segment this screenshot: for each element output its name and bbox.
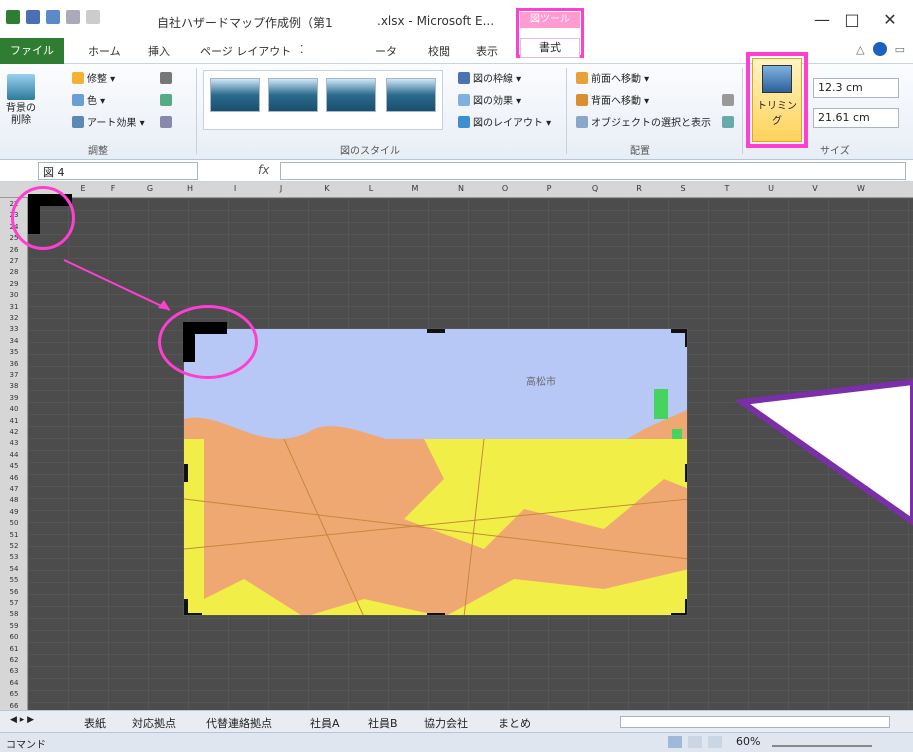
maximize-button[interactable]: □ — [842, 10, 862, 29]
send-backward-label: 背面へ移動 ▾ — [591, 96, 650, 107]
customize-qat-icon[interactable] — [86, 10, 100, 24]
tab-insert[interactable]: 挿入 — [148, 43, 170, 59]
help-icon[interactable] — [872, 42, 887, 56]
fx-icon[interactable]: fx — [258, 163, 269, 177]
status-mode: コマンド — [6, 740, 46, 751]
remove-background-icon — [7, 74, 35, 100]
undo-icon[interactable] — [46, 10, 60, 24]
selection-pane-label: オブジェクトの選択と表示 — [591, 118, 711, 129]
sheet-tab[interactable]: 社員B — [368, 715, 398, 731]
tab-view[interactable]: 表示 — [476, 43, 498, 59]
width-field[interactable]: 21.61 cm — [813, 108, 899, 128]
quick-access-toolbar — [6, 10, 100, 24]
picture-border-icon — [458, 71, 470, 84]
sheet-tab[interactable]: 協力会社 — [424, 715, 468, 731]
style-thumb-4[interactable] — [386, 78, 436, 112]
separator — [196, 68, 197, 154]
picture-border-label: 図の枠線 ▾ — [473, 74, 522, 85]
name-box[interactable]: 図 4 — [38, 162, 198, 180]
picture-effects-icon — [458, 93, 470, 106]
ribbon-minimize-icon[interactable]: △ — [856, 43, 864, 56]
sheet-tabs-bar: ◀ ▸ ▶ 表紙 対応拠点 代替連絡拠点 社員A 社員B 協力会社 まとめ — [0, 710, 913, 732]
sheet-tab[interactable]: 対応拠点 — [132, 715, 176, 731]
ribbon-right-controls: △ ▭ — [856, 42, 905, 56]
worksheet[interactable]: E F G H I J K L M N O P Q R S T U V W 22… — [0, 182, 913, 710]
status-bar: コマンド 60% — [0, 732, 913, 752]
color-button[interactable]: 色 ▾ — [72, 92, 105, 107]
zoom-level: 60% — [736, 735, 761, 748]
close-button[interactable]: ✕ — [880, 10, 900, 29]
title-bar: 自社ハザードマップ作成例（第1 .xlsx - Microsoft E... 図… — [0, 0, 913, 58]
separator — [742, 68, 743, 154]
bring-forward-label: 前面へ移動 ▾ — [591, 74, 650, 85]
bring-forward-button[interactable]: 前面へ移動 ▾ — [576, 70, 649, 85]
selection-pane-icon — [576, 115, 588, 128]
sheet-tab[interactable]: 社員A — [310, 715, 340, 731]
picture-effects-button[interactable]: 図の効果 ▾ — [458, 92, 521, 107]
sheet-tab[interactable]: 代替連絡拠点 — [206, 715, 272, 731]
picture-effects-label: 図の効果 ▾ — [473, 96, 522, 107]
tab-review[interactable]: 校閲 — [428, 43, 450, 59]
art-effects-icon — [72, 115, 84, 128]
arrange-group-label: 配置 — [630, 146, 650, 157]
redo-icon[interactable] — [66, 10, 80, 24]
tab-format[interactable]: 書式 — [520, 38, 580, 58]
sun-icon — [72, 71, 84, 84]
annotation-arrows — [63, 259, 913, 526]
style-thumb-2[interactable] — [268, 78, 318, 112]
separator — [566, 68, 567, 154]
tab-home[interactable]: ホーム — [88, 43, 121, 59]
page-layout-view-icon[interactable] — [688, 736, 702, 748]
minimize-button[interactable]: — — [812, 10, 832, 29]
art-effects-label: アート効果 ▾ — [87, 118, 145, 129]
tab-page-layout[interactable]: ページ レイアウト — [200, 43, 291, 59]
picture-styles-group-label: 図のスタイル — [340, 146, 400, 157]
remove-background-label: 背景の 削除 — [6, 103, 36, 126]
tab-data[interactable]: ータ — [375, 43, 397, 59]
picture-layout-icon — [458, 115, 470, 128]
picture-tools-label: 図ツール — [520, 12, 580, 28]
height-field[interactable]: 12.3 cm — [813, 78, 899, 98]
window-title-part2: .xlsx - Microsoft E... — [377, 14, 495, 28]
selection-pane-button[interactable]: オブジェクトの選択と表示 — [576, 114, 711, 129]
window-title-part1: 自社ハザードマップ作成例（第1 — [157, 16, 333, 30]
adjust-group-label: 調整 — [88, 146, 108, 157]
color-label: 色 ▾ — [87, 96, 106, 107]
zoom-slider[interactable] — [772, 737, 872, 747]
picture-layout-button[interactable]: 図のレイアウト ▾ — [458, 114, 551, 129]
compress-pictures-icon[interactable] — [160, 72, 172, 84]
corrections-button[interactable]: 修整 ▾ — [72, 70, 115, 85]
sheet-tab[interactable]: まとめ — [498, 715, 531, 731]
horizontal-scrollbar[interactable] — [620, 716, 890, 728]
tab-formulas[interactable]: ⁚ — [300, 43, 304, 56]
change-picture-icon[interactable] — [160, 94, 172, 106]
formula-bar: 図 4 fx — [0, 160, 913, 182]
picture-layout-label: 図のレイアウト ▾ — [473, 118, 552, 129]
restore-icon[interactable]: ▭ — [895, 43, 905, 56]
bring-forward-icon — [576, 71, 588, 84]
art-effects-button[interactable]: アート効果 ▾ — [72, 114, 145, 129]
group-objects-icon[interactable] — [722, 94, 734, 106]
style-thumb-1[interactable] — [210, 78, 260, 112]
sheet-tab[interactable]: 表紙 — [84, 715, 106, 731]
send-backward-button[interactable]: 背面へ移動 ▾ — [576, 92, 649, 107]
rotate-icon[interactable] — [722, 116, 734, 128]
send-backward-icon — [576, 93, 588, 106]
normal-view-icon[interactable] — [668, 736, 682, 748]
page-break-view-icon[interactable] — [708, 736, 722, 748]
corrections-label: 修整 ▾ — [87, 74, 116, 85]
remove-background-button[interactable]: 背景の 削除 — [6, 74, 36, 127]
excel-icon — [6, 10, 20, 24]
reset-picture-icon[interactable] — [160, 116, 172, 128]
formula-input[interactable] — [280, 162, 906, 180]
tab-scroll-controls[interactable]: ◀ ▸ ▶ — [10, 715, 34, 725]
picture-border-button[interactable]: 図の枠線 ▾ — [458, 70, 521, 85]
style-thumb-3[interactable] — [326, 78, 376, 112]
size-group-label: サイズ — [820, 146, 850, 157]
color-icon — [72, 93, 84, 106]
save-icon[interactable] — [26, 10, 40, 24]
tab-file[interactable]: ファイル — [0, 38, 64, 64]
crop-button-highlight — [746, 52, 808, 148]
